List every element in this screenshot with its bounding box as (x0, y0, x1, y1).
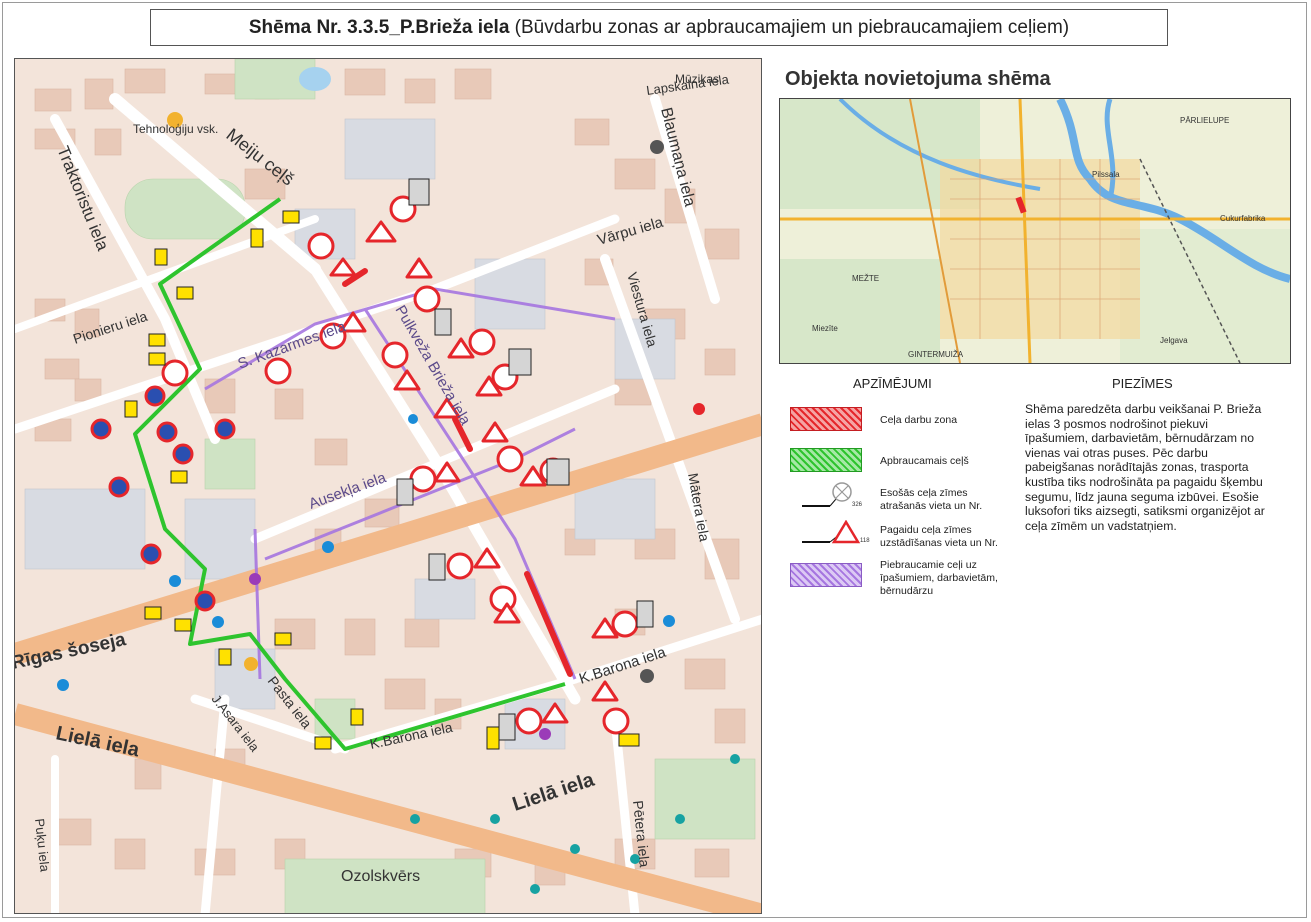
legend-swatch-work-zone (790, 407, 862, 431)
notes-heading: PIEZĪMES (1112, 376, 1173, 391)
overview-label-jelgava: Jelgava (1160, 336, 1188, 345)
overview-heading: Objekta novietojuma shēma (785, 68, 1051, 90)
legend-symbol-existing-sign: 326 (802, 482, 863, 508)
overview-map-canvas: PĀRLIELUPE Pilssala MEŽTE Cukurfabrika M… (780, 99, 1290, 363)
overview-label-miezite: Miezīte (812, 324, 838, 333)
street-label-matera: Mātera iela (685, 472, 713, 543)
pond (299, 67, 331, 91)
park-label-ozolskvers: Ozolskvērs (341, 868, 420, 885)
legend-existing-sign-no: 326 (852, 502, 863, 508)
street-label-puku: Puķu iela (32, 818, 53, 874)
street-label-muzikas: Mūzikas (675, 72, 719, 86)
legend-temp-sign-no: 118 (860, 538, 870, 544)
overview-label-mezte: MEŽTE (852, 274, 879, 283)
overview-label-gintermuiza: GINTERMUIŽA (908, 350, 964, 359)
legend-label-work-zone: Ceļa darbu zona (880, 414, 958, 426)
scheme-title-rest: (Būvdarbu zonas ar apbraucamajiem un pie… (509, 17, 1070, 38)
notes-text: Shēma paredzēta darbu veikšanai P. Briež… (1025, 402, 1265, 533)
overview-label-parlielupe: PĀRLIELUPE (1180, 116, 1229, 125)
overview-map[interactable]: PĀRLIELUPE Pilssala MEŽTE Cukurfabrika M… (779, 98, 1291, 364)
main-map[interactable]: Meiju ceļš Traktoristu iela Pionieru iel… (14, 58, 762, 914)
street-label-barona-east: K.Barona iela (577, 644, 669, 688)
legend-label-detour: Apbraucamais ceļš (880, 455, 969, 467)
school-label: Tehnoloģiju vsk. (133, 122, 218, 136)
legend-heading: APZĪMĒJUMI (853, 376, 932, 391)
legend-swatch-access-roads (790, 563, 862, 587)
legend-label-access-roads: Piebraucamie ceļi uz īpašumiem, darbavie… (880, 559, 998, 597)
street-label-liela-east: Lielā iela (510, 768, 598, 815)
legend-label-existing-sign: Esošās ceļa zīmes atrašanās vieta un Nr. (880, 487, 983, 512)
legend-label-temp-sign: Pagaidu ceļa zīmes uzstādīšanas vieta un… (880, 524, 998, 549)
overview-label-pilssala: Pilssala (1092, 170, 1120, 179)
scheme-title: Shēma Nr. 3.3.5_P.Brieža iela (Būvdarbu … (150, 9, 1168, 46)
overview-label-cukurfabrika: Cukurfabrika (1220, 214, 1266, 223)
main-map-canvas: Meiju ceļš Traktoristu iela Pionieru iel… (15, 59, 761, 913)
scheme-title-bold: Shēma Nr. 3.3.5_P.Brieža iela (248, 17, 510, 38)
legend-swatch-detour (790, 448, 862, 472)
legend-symbol-temp-sign: 118 (802, 520, 870, 544)
